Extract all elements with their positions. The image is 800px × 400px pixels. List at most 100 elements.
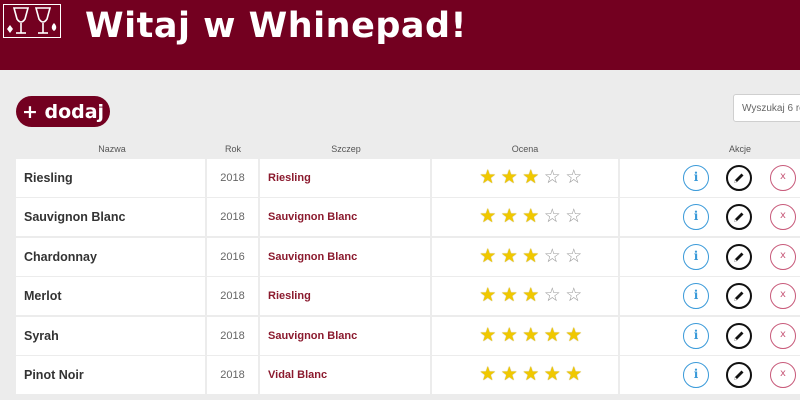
star-filled-icon[interactable]: ★ [542,365,564,385]
star-empty-icon[interactable]: ☆ [563,246,585,267]
wine-year: 2016 [220,250,245,263]
wine-name: Chardonnay [24,249,97,264]
star-empty-icon[interactable]: ☆ [542,246,564,267]
rating-stars[interactable]: ★ ★ ★ ☆ ☆ [477,286,585,306]
app-header: Witaj w Whinepad! [0,0,800,70]
star-filled-icon[interactable]: ★ [499,168,521,188]
edit-button[interactable] [726,165,752,191]
wine-name: Pinot Noir [24,368,84,382]
wine-name: Riesling [24,171,73,185]
wine-grape: Riesling [268,290,311,303]
close-icon: x [780,249,786,261]
column-header-name[interactable]: Nazwa [98,144,126,154]
rating-cell: ★ ★ ★ ☆ ☆ [432,277,618,316]
info-button[interactable]: i [683,165,709,191]
star-empty-icon[interactable]: ☆ [563,207,585,227]
actions-cell: ix [620,277,800,316]
table-header: Nazwa Rok Szczep Ocena Akcje [0,144,800,158]
delete-button[interactable]: x [770,165,796,191]
star-empty-icon[interactable]: ☆ [542,168,564,188]
star-filled-icon[interactable]: ★ [520,365,542,385]
star-filled-icon[interactable]: ★ [499,325,521,346]
info-button[interactable]: i [683,362,709,388]
info-button[interactable]: i [683,204,709,231]
star-filled-icon[interactable]: ★ [499,207,521,227]
close-icon: x [780,210,786,222]
rating-stars[interactable]: ★ ★ ★ ☆ ☆ [477,207,585,227]
info-button[interactable]: i [683,322,709,349]
delete-button[interactable]: x [770,322,796,349]
delete-button[interactable]: x [770,204,796,231]
delete-button[interactable]: x [770,362,796,388]
star-filled-icon[interactable]: ★ [542,325,564,346]
star-filled-icon[interactable]: ★ [563,365,585,385]
year-cell: 2018 [207,277,258,316]
star-filled-icon[interactable]: ★ [477,168,499,188]
search-input[interactable] [733,94,800,122]
wine-grape: Riesling [268,172,311,184]
wine-year: 2018 [220,329,245,342]
add-wine-button[interactable]: + dodaj [16,96,110,127]
column-header-year[interactable]: Rok [225,144,241,154]
wine-year: 2018 [220,172,245,184]
star-filled-icon[interactable]: ★ [499,286,521,306]
star-filled-icon[interactable]: ★ [477,365,499,385]
info-button[interactable]: i [683,243,709,270]
star-filled-icon[interactable]: ★ [499,365,521,385]
edit-button[interactable] [726,283,752,310]
edit-button[interactable] [726,322,752,349]
star-filled-icon[interactable]: ★ [499,246,521,267]
grape-cell: Sauvignon Blanc [260,237,430,276]
year-cell: 2018 [207,356,258,394]
edit-button[interactable] [726,204,752,231]
rating-stars[interactable]: ★ ★ ★ ★ ★ [477,325,585,346]
info-icon: i [693,367,699,381]
star-filled-icon[interactable]: ★ [520,325,542,346]
rating-cell: ★ ★ ★ ☆ ☆ [432,159,618,197]
rating-stars[interactable]: ★ ★ ★ ☆ ☆ [477,168,585,188]
rating-cell: ★ ★ ★ ☆ ☆ [432,237,618,276]
table-row: Merlot 2018 Riesling ★ ★ ★ ☆ ☆ i x [16,277,800,316]
rating-cell: ★ ★ ★ ☆ ☆ [432,198,618,237]
close-icon: x [780,171,786,182]
edit-button[interactable] [726,243,752,270]
star-filled-icon[interactable]: ★ [520,168,542,188]
wine-name: Sauvignon Blanc [24,210,126,225]
star-filled-icon[interactable]: ★ [477,286,499,306]
star-filled-icon[interactable]: ★ [520,246,542,267]
star-filled-icon[interactable]: ★ [477,325,499,346]
star-filled-icon[interactable]: ★ [563,325,585,346]
table-row: Riesling 2018 Riesling ★ ★ ★ ☆ ☆ i x [16,159,800,197]
star-empty-icon[interactable]: ☆ [563,168,585,188]
name-cell: Merlot [16,277,205,316]
info-icon: i [693,327,699,342]
wine-name: Syrah [24,328,59,343]
wine-year: 2018 [220,369,245,381]
wine-name: Merlot [24,289,62,304]
wine-year: 2018 [220,211,245,224]
star-filled-icon[interactable]: ★ [477,246,499,267]
edit-button[interactable] [726,362,752,388]
wine-grape: Sauvignon Blanc [268,250,358,263]
close-icon: x [780,289,786,301]
star-filled-icon[interactable]: ★ [520,286,542,306]
rating-cell: ★ ★ ★ ★ ★ [432,316,618,355]
star-empty-icon[interactable]: ☆ [542,207,564,227]
table-row: Sauvignon Blanc 2018 Sauvignon Blanc ★ ★ ★ ☆ ☆ i… [16,198,800,237]
rating-stars[interactable]: ★ ★ ★ ★ ★ [477,365,585,385]
star-empty-icon[interactable]: ☆ [542,286,564,306]
grape-cell: Sauvignon Blanc [260,316,430,355]
info-button[interactable]: i [683,283,709,310]
star-filled-icon[interactable]: ★ [477,207,499,227]
delete-button[interactable]: x [770,243,796,270]
delete-button[interactable]: x [770,283,796,310]
star-empty-icon[interactable]: ☆ [563,286,585,306]
page-title: Witaj w Whinepad! [85,6,468,46]
rating-stars[interactable]: ★ ★ ★ ☆ ☆ [477,246,585,267]
star-filled-icon[interactable]: ★ [520,207,542,227]
info-icon: i [693,248,699,263]
wine-glasses-logo-icon [3,4,61,38]
name-cell: Syrah [16,316,205,355]
column-header-grape[interactable]: Szczep [331,144,361,154]
column-header-rating[interactable]: Ocena [512,144,539,154]
